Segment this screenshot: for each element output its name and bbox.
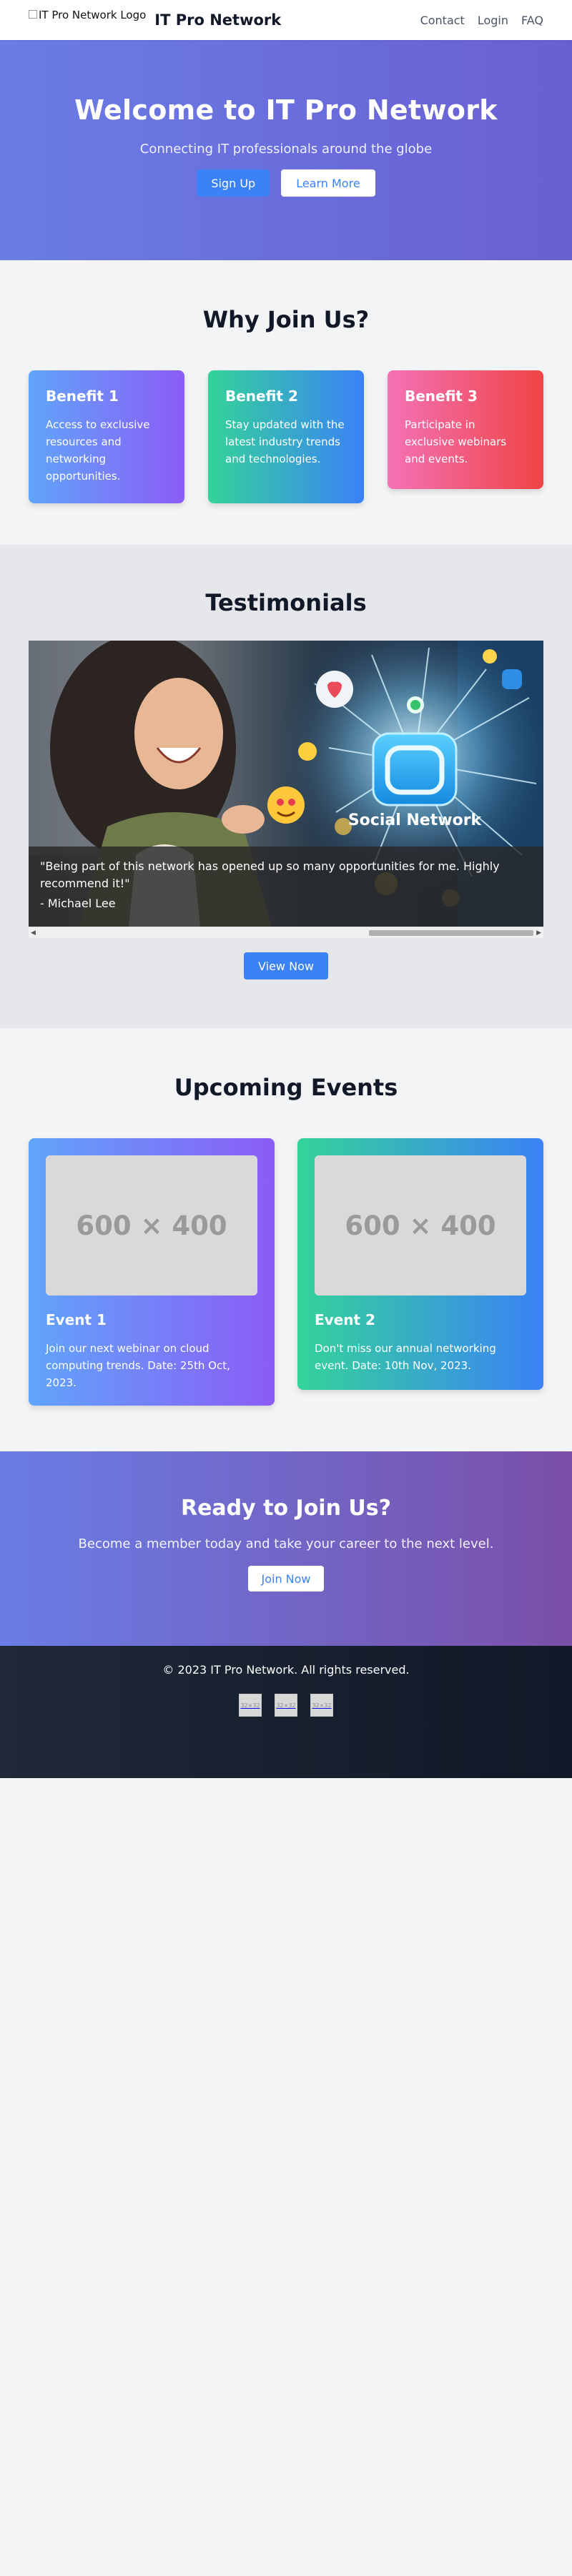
benefit-cards: Benefit 1 Access to exclusive resources … bbox=[0, 370, 572, 503]
nav-faq[interactable]: FAQ bbox=[521, 14, 543, 27]
benefit-title: Benefit 2 bbox=[225, 388, 298, 405]
benefit-card: Benefit 3 Participate in exclusive webin… bbox=[388, 370, 543, 489]
hero-title: Welcome to IT Pro Network bbox=[74, 94, 498, 126]
benefit-text: Participate in exclusive webinars and ev… bbox=[405, 418, 507, 465]
view-now-button[interactable]: View Now bbox=[244, 952, 328, 979]
benefit-card: Benefit 2 Stay updated with the latest i… bbox=[208, 370, 364, 503]
social-links: 32×32 32×32 32×32 bbox=[0, 1694, 572, 1717]
scroll-thumb[interactable] bbox=[369, 930, 533, 936]
join-now-button[interactable]: Join Now bbox=[248, 1566, 324, 1592]
testimonial-photo: Social Network "Being part of this netwo… bbox=[29, 641, 543, 927]
icon-placeholder-text: 32×32 bbox=[276, 1702, 296, 1709]
event-card: 600 × 400 Event 1 Join our next webinar … bbox=[29, 1138, 275, 1406]
event-card: 600 × 400 Event 2 Don't miss our annual … bbox=[297, 1138, 543, 1390]
benefits-title: Why Join Us? bbox=[202, 306, 370, 333]
site-title: IT Pro Network bbox=[154, 11, 282, 29]
main-nav: Contact Login FAQ bbox=[420, 14, 543, 27]
broken-image-icon bbox=[29, 10, 37, 19]
benefit-card: Benefit 1 Access to exclusive resources … bbox=[29, 370, 184, 503]
facebook-icon[interactable]: 32×32 bbox=[239, 1694, 262, 1717]
testimonial-quote: "Being part of this network has opened u… bbox=[40, 859, 500, 890]
cta-title: Ready to Join Us? bbox=[180, 1496, 392, 1521]
benefit-text: Stay updated with the latest industry tr… bbox=[225, 418, 345, 465]
testimonial-carousel[interactable]: Social Network "Being part of this netwo… bbox=[29, 641, 543, 938]
event-title: Event 1 bbox=[46, 1311, 107, 1328]
scroll-left-arrow-icon[interactable]: ◀ bbox=[31, 929, 36, 937]
nav-contact[interactable]: Contact bbox=[420, 14, 465, 27]
event-title: Event 2 bbox=[315, 1311, 375, 1328]
benefits-section: Why Join Us? Benefit 1 Access to exclusi… bbox=[0, 260, 572, 545]
nav-login[interactable]: Login bbox=[478, 14, 508, 27]
events-title: Upcoming Events bbox=[174, 1074, 398, 1101]
event-image-placeholder: 600 × 400 bbox=[46, 1155, 257, 1296]
site-footer: © 2023 IT Pro Network. All rights reserv… bbox=[0, 1646, 572, 1778]
testimonials-section: Testimonials Social Network "Being part … bbox=[0, 545, 572, 1028]
testimonials-title: Testimonials bbox=[205, 589, 367, 616]
hero-section: Welcome to IT Pro Network Connecting IT … bbox=[0, 40, 572, 260]
event-cards: 600 × 400 Event 1 Join our next webinar … bbox=[0, 1138, 572, 1406]
benefit-text: Access to exclusive resources and networ… bbox=[46, 418, 150, 483]
logo-alt-text: IT Pro Network Logo bbox=[39, 9, 147, 21]
sign-up-button[interactable]: Sign Up bbox=[197, 169, 270, 197]
horizontal-scrollbar[interactable]: ◀ ▶ bbox=[29, 927, 543, 938]
testimonial-author: - Michael Lee bbox=[40, 897, 116, 910]
event-text: Join our next webinar on cloud computing… bbox=[46, 1342, 230, 1389]
logo-image[interactable]: IT Pro Network Logo bbox=[29, 9, 146, 31]
illustration-label: Social Network bbox=[348, 811, 483, 829]
scroll-right-arrow-icon[interactable]: ▶ bbox=[536, 929, 541, 937]
event-image-placeholder: 600 × 400 bbox=[315, 1155, 526, 1296]
hero-subtitle: Connecting IT professionals around the g… bbox=[139, 142, 433, 157]
learn-more-button[interactable]: Learn More bbox=[281, 169, 375, 197]
event-text: Don't miss our annual networking event. … bbox=[315, 1342, 496, 1372]
copyright-text: © 2023 IT Pro Network. All rights reserv… bbox=[162, 1663, 410, 1677]
site-header: IT Pro Network Logo IT Pro Network Conta… bbox=[0, 0, 572, 40]
testimonial-caption: "Being part of this network has opened u… bbox=[29, 847, 543, 927]
cta-text: Become a member today and take your care… bbox=[78, 1536, 494, 1551]
benefit-title: Benefit 1 bbox=[46, 388, 119, 405]
brand: IT Pro Network Logo IT Pro Network bbox=[29, 9, 281, 31]
twitter-icon[interactable]: 32×32 bbox=[275, 1694, 297, 1717]
events-section: Upcoming Events 600 × 400 Event 1 Join o… bbox=[0, 1028, 572, 1451]
icon-placeholder-text: 32×32 bbox=[312, 1702, 332, 1709]
benefit-title: Benefit 3 bbox=[405, 388, 478, 405]
cta-section: Ready to Join Us? Become a member today … bbox=[0, 1451, 572, 1646]
linkedin-icon[interactable]: 32×32 bbox=[310, 1694, 333, 1717]
hero-buttons: Sign Up Learn More bbox=[0, 169, 572, 197]
icon-placeholder-text: 32×32 bbox=[240, 1702, 260, 1709]
